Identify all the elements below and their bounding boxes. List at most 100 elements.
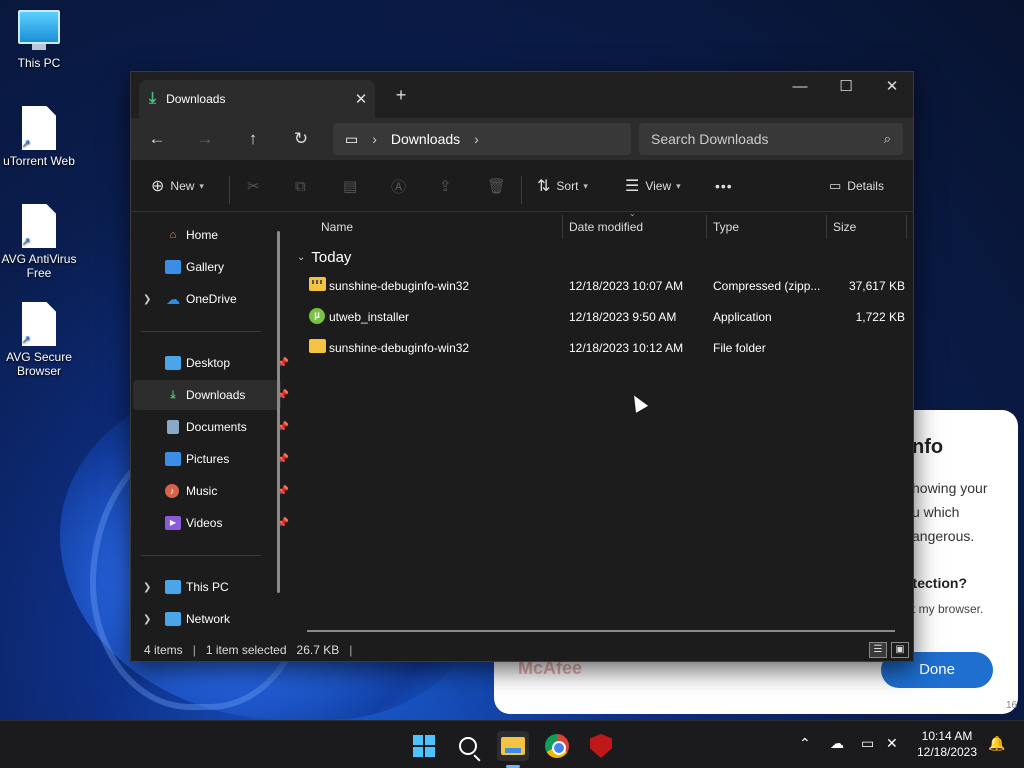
more-options-button[interactable]: ••• xyxy=(715,174,733,198)
breadcrumb[interactable]: ▭ › Downloads › xyxy=(333,123,631,155)
delete-button[interactable]: 🗑 xyxy=(487,174,506,198)
search-button[interactable] xyxy=(453,731,483,761)
forward-button[interactable]: → xyxy=(191,128,219,152)
chevron-down-icon[interactable]: ⌄ xyxy=(297,252,305,263)
file-type: Application xyxy=(713,310,772,324)
cloud-icon: ☁ xyxy=(166,291,180,307)
chevron-right-icon[interactable]: ❯ xyxy=(143,614,151,625)
content-area: ⌂ Home Gallery ❯ ☁ OneDrive Desktop 📌 ⤓ … xyxy=(131,209,913,641)
sidebar-item-this-pc[interactable]: ❯ This PC xyxy=(133,572,281,602)
zip-folder-icon xyxy=(309,277,326,291)
new-tab-button[interactable]: + xyxy=(389,84,413,108)
volume-muted-icon[interactable]: ✕ xyxy=(886,735,898,752)
sort-button[interactable]: ⇅ Sort ▾ xyxy=(537,174,588,198)
close-tab-button[interactable]: ✕ xyxy=(347,90,375,108)
sort-label: Sort xyxy=(556,179,579,193)
chevron-right-icon[interactable]: ❯ xyxy=(143,294,151,305)
file-type: Compressed (zipp... xyxy=(713,279,821,293)
sidebar-item-gallery[interactable]: Gallery xyxy=(133,252,281,282)
status-divider: | xyxy=(349,643,353,657)
minimize-button[interactable]: — xyxy=(777,72,823,104)
clock[interactable]: 10:14 AM 12/18/2023 xyxy=(912,728,982,760)
network-tray-icon[interactable]: ▭ xyxy=(861,735,874,752)
column-divider[interactable] xyxy=(826,215,827,239)
sort-icon: ⇅ xyxy=(537,178,551,195)
cut-button[interactable]: ✂ xyxy=(247,174,260,198)
chevron-right-icon[interactable]: › xyxy=(372,131,377,147)
sidebar-item-label: Desktop xyxy=(186,356,231,370)
monitor-icon[interactable]: ▭ xyxy=(345,131,358,148)
back-button[interactable]: ← xyxy=(143,128,171,152)
sidebar-scrollbar[interactable] xyxy=(277,231,280,593)
sort-indicator-icon: ⌄ xyxy=(629,209,636,218)
file-row[interactable]: sunshine-debuginfo-win32 12/18/2023 10:1… xyxy=(299,333,905,363)
file-type: File folder xyxy=(713,341,766,355)
file-explorer-taskbar-button[interactable] xyxy=(497,731,529,761)
utorrent-app-icon: µ xyxy=(309,308,325,324)
sidebar-item-downloads[interactable]: ⤓ Downloads 📌 xyxy=(133,380,289,410)
file-name: sunshine-debuginfo-win32 xyxy=(329,279,470,293)
details-pane-button[interactable]: ▭ Details xyxy=(829,174,884,198)
file-row[interactable]: sunshine-debuginfo-win32 12/18/2023 10:0… xyxy=(299,271,905,301)
notification-bell-icon[interactable]: 🔔 xyxy=(988,735,1005,752)
desktop-icon-avg-browser[interactable]: ↗ AVG Secure Browser xyxy=(0,302,78,378)
group-header-today[interactable]: ⌄ Today xyxy=(297,249,351,266)
column-header-date[interactable]: Date modified xyxy=(569,215,643,239)
copy-button[interactable]: ⧉ xyxy=(295,174,306,198)
popup-footer: 16 xyxy=(1006,700,1018,711)
chevron-right-icon[interactable]: › xyxy=(474,131,479,147)
maximize-button[interactable]: ☐ xyxy=(823,72,869,104)
sidebar-item-music[interactable]: ♪ Music 📌 xyxy=(133,476,289,506)
horizontal-scrollbar[interactable] xyxy=(307,630,895,632)
view-lines-icon: ☰ xyxy=(625,178,640,195)
download-icon: ⤓ xyxy=(149,90,157,107)
rename-button[interactable]: Ⓐ xyxy=(391,174,406,198)
chrome-taskbar-button[interactable] xyxy=(542,731,572,761)
paste-button[interactable]: ▤ xyxy=(343,174,357,198)
toolbar-divider xyxy=(521,176,522,204)
clock-time: 10:14 AM xyxy=(921,729,973,743)
view-button[interactable]: ☰ View ▾ xyxy=(625,174,681,198)
details-view-button[interactable]: ☰ xyxy=(869,642,887,658)
mcafee-taskbar-button[interactable] xyxy=(586,731,616,761)
column-header-type[interactable]: Type xyxy=(713,215,739,239)
desktop-icon-avg-antivirus[interactable]: ↗ AVG AntiVirus Free xyxy=(0,204,78,280)
column-divider[interactable] xyxy=(906,215,907,239)
computer-icon xyxy=(18,10,60,50)
onedrive-tray-icon[interactable]: ☁ xyxy=(830,735,844,752)
desktop-icon-this-pc[interactable]: This PC xyxy=(0,10,78,70)
up-button[interactable]: ↑ xyxy=(239,128,267,152)
file-name: utweb_installer xyxy=(329,310,410,324)
search-input[interactable] xyxy=(651,131,884,147)
column-header-size[interactable]: Size xyxy=(833,215,856,239)
search-icon[interactable]: ⌕ xyxy=(884,131,891,147)
sidebar-item-label: Pictures xyxy=(186,452,230,466)
tiles-view-button[interactable]: ▣ xyxy=(891,642,909,658)
file-row[interactable]: µ utweb_installer 12/18/2023 9:50 AM App… xyxy=(299,302,905,332)
shortcut-file-icon: ↗ xyxy=(22,106,56,150)
column-divider[interactable] xyxy=(706,215,707,239)
sidebar-item-documents[interactable]: Documents 📌 xyxy=(133,412,289,442)
share-button[interactable]: ⇪ xyxy=(439,174,452,198)
sidebar-item-network[interactable]: ❯ Network xyxy=(133,604,281,634)
sidebar-item-desktop[interactable]: Desktop 📌 xyxy=(133,348,289,378)
chevron-down-icon: ▾ xyxy=(199,180,204,191)
share-icon: ⇪ xyxy=(439,178,452,195)
column-divider[interactable] xyxy=(562,215,563,239)
sidebar-item-pictures[interactable]: Pictures 📌 xyxy=(133,444,289,474)
close-window-button[interactable]: ✕ xyxy=(869,72,915,104)
desktop-icon-utorrent-web[interactable]: ↗ uTorrent Web xyxy=(0,106,78,168)
sidebar-item-videos[interactable]: ▶ Videos 📌 xyxy=(133,508,289,538)
start-button[interactable] xyxy=(409,731,439,761)
tab-downloads[interactable]: ⤓ Downloads ✕ xyxy=(139,80,375,118)
column-header-name[interactable]: Name xyxy=(321,215,353,239)
refresh-button[interactable]: ↻ xyxy=(287,128,315,152)
search-box[interactable]: ⌕ xyxy=(639,123,903,155)
new-button[interactable]: ⊕ New ▾ xyxy=(151,174,204,198)
sidebar-item-onedrive[interactable]: ❯ ☁ OneDrive xyxy=(133,284,281,314)
show-hidden-icons-button[interactable]: ⌃ xyxy=(799,735,811,752)
new-label: New xyxy=(170,179,195,193)
breadcrumb-item[interactable]: Downloads xyxy=(391,131,460,147)
chevron-right-icon[interactable]: ❯ xyxy=(143,582,151,593)
sidebar-item-home[interactable]: ⌂ Home xyxy=(133,220,281,250)
